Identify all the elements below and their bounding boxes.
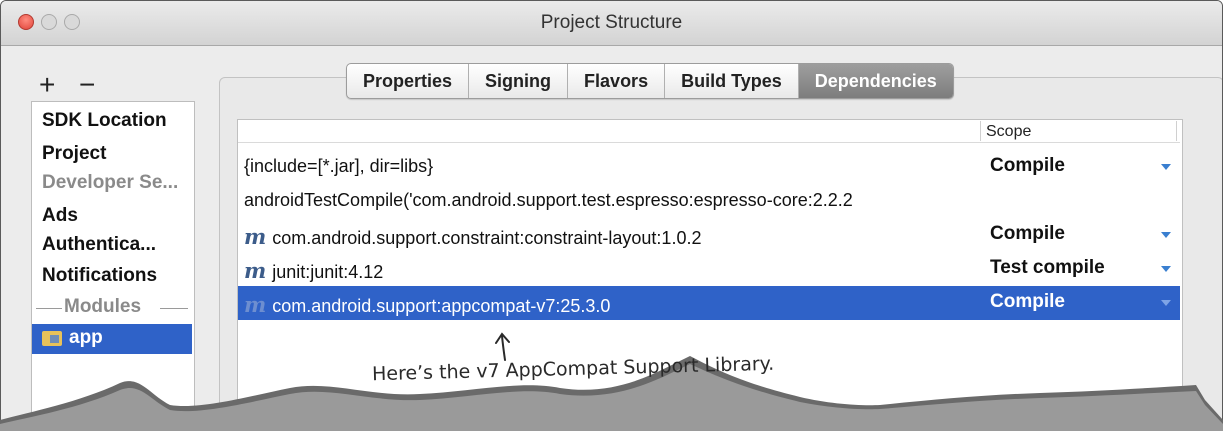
annotation-arrow (495, 332, 510, 361)
